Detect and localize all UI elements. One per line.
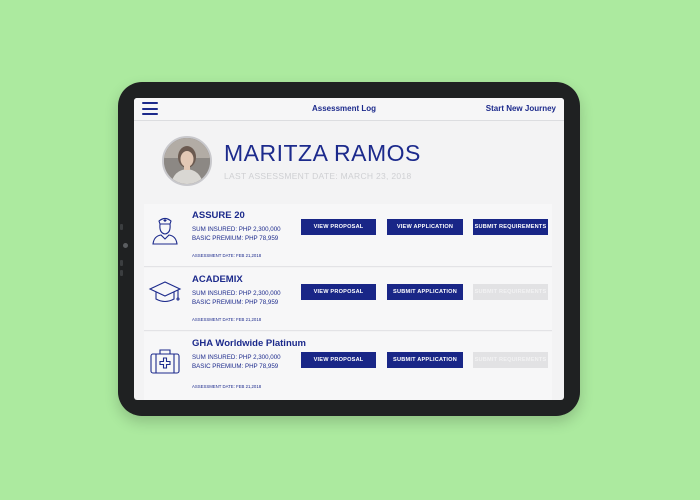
submit-requirements-button[interactable]: SUBMIT REQUIREMENTS <box>473 219 548 235</box>
submit-requirements-button[interactable]: SUBMIT REQUIREMENTS <box>473 284 548 300</box>
medical-kit-icon <box>148 344 182 378</box>
product-title: ASSURE 20 <box>192 210 245 221</box>
assessment-date: ASSESSMENT DATE: FEB 21,2018 <box>192 384 262 389</box>
basic-premium: BASIC PREMIUM: PHP 78,959 <box>192 235 279 242</box>
product-card: ASSURE 20 SUM INSURED: PHP 2,300,000 BAS… <box>144 204 552 267</box>
top-navigation-bar: Assessment Log Start New Journey <box>134 98 564 121</box>
sum-insured: SUM INSURED: PHP 2,300,000 <box>192 290 281 297</box>
submit-application-button[interactable]: SUBMIT APPLICATION <box>387 284 463 300</box>
nurse-icon <box>148 212 182 246</box>
tablet-camera <box>123 243 128 248</box>
submit-requirements-button[interactable]: SUBMIT REQUIREMENTS <box>473 352 548 368</box>
graduation-cap-icon <box>148 276 182 310</box>
product-card: GHA Worldwide Platinum SUM INSURED: PHP … <box>144 332 552 400</box>
product-card: ACADEMIX SUM INSURED: PHP 2,300,000 BASI… <box>144 268 552 331</box>
sum-insured: SUM INSURED: PHP 2,300,000 <box>192 354 281 361</box>
product-list: ASSURE 20 SUM INSURED: PHP 2,300,000 BAS… <box>144 204 552 400</box>
product-title: GHA Worldwide Platinum <box>192 338 307 349</box>
start-new-journey-link[interactable]: Start New Journey <box>486 104 556 113</box>
avatar <box>162 136 212 186</box>
hamburger-menu-icon[interactable] <box>142 102 158 115</box>
last-assessment-date: LAST ASSESSMENT DATE: MARCH 23, 2018 <box>224 171 412 181</box>
basic-premium: BASIC PREMIUM: PHP 78,959 <box>192 299 279 306</box>
sum-insured: SUM INSURED: PHP 2,300,000 <box>192 226 281 233</box>
assessment-date: ASSESSMENT DATE: FEB 21,2018 <box>192 253 262 258</box>
view-proposal-button[interactable]: VIEW PROPOSAL <box>301 219 376 235</box>
tablet-side-button <box>120 260 123 266</box>
tablet-device: Assessment Log Start New Journey MARITZA… <box>118 82 580 416</box>
view-proposal-button[interactable]: VIEW PROPOSAL <box>301 284 376 300</box>
product-title: ACADEMIX <box>192 274 243 285</box>
view-proposal-button[interactable]: VIEW PROPOSAL <box>301 352 376 368</box>
customer-name: MARITZA RAMOS <box>224 140 421 166</box>
tablet-side-button <box>120 270 123 276</box>
submit-application-button[interactable]: SUBMIT APPLICATION <box>387 352 463 368</box>
assessment-date: ASSESSMENT DATE: FEB 21,2018 <box>192 317 262 322</box>
app-screen: Assessment Log Start New Journey MARITZA… <box>134 98 564 400</box>
view-application-button[interactable]: VIEW APPLICATION <box>387 219 463 235</box>
basic-premium: BASIC PREMIUM: PHP 78,959 <box>192 363 279 370</box>
assessment-log-link[interactable]: Assessment Log <box>312 104 376 113</box>
tablet-side-button <box>120 224 123 230</box>
